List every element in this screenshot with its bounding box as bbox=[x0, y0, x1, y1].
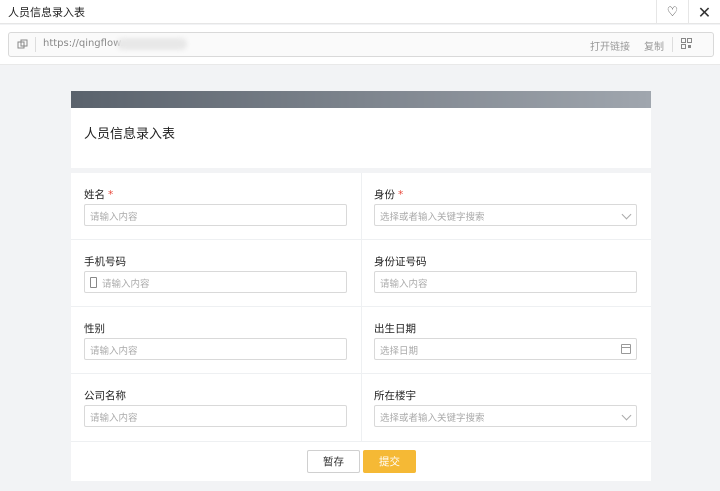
form-body: 姓名 * 请输入内容 身份 * 选择或者输入关键字搜索 手机号码 请输入内容 身份证… bbox=[71, 173, 651, 441]
id-number-label: 身份证号码 bbox=[374, 256, 427, 268]
id-number-input[interactable]: 请输入内容 bbox=[374, 271, 637, 293]
favorite-button[interactable]: ♡ bbox=[656, 0, 688, 24]
link-icon bbox=[17, 39, 28, 49]
name-placeholder: 请输入内容 bbox=[90, 212, 138, 223]
company-placeholder: 请输入内容 bbox=[90, 413, 138, 424]
birth-date-picker[interactable]: 选择日期 bbox=[374, 338, 637, 360]
qr-code-icon[interactable] bbox=[681, 38, 692, 49]
form-banner bbox=[71, 91, 651, 108]
gender-input[interactable]: 请输入内容 bbox=[84, 338, 347, 360]
close-button[interactable]: ✕ bbox=[688, 0, 720, 24]
url-bar[interactable]: https://qingflow. 打开链接 复制 bbox=[8, 32, 714, 57]
chevron-down-icon bbox=[621, 410, 632, 421]
building-select[interactable]: 选择或者输入关键字搜索 bbox=[374, 405, 637, 427]
id-number-placeholder: 请输入内容 bbox=[380, 279, 428, 290]
gender-placeholder: 请输入内容 bbox=[90, 346, 138, 357]
mobile-phone-icon bbox=[90, 277, 97, 288]
url-text[interactable]: https://qingflow. bbox=[43, 38, 124, 49]
window-title: 人员信息录入表 bbox=[8, 6, 85, 19]
building-label: 所在楼宇 bbox=[374, 390, 416, 402]
copy-button[interactable]: 复制 bbox=[644, 38, 664, 53]
column-divider bbox=[361, 173, 362, 441]
name-label: 姓名 * bbox=[84, 189, 114, 201]
identity-label: 身份 * bbox=[374, 189, 404, 201]
identity-select[interactable]: 选择或者输入关键字搜索 bbox=[374, 204, 637, 226]
url-redacted bbox=[117, 38, 187, 50]
url-separator bbox=[35, 37, 36, 52]
required-mark: * bbox=[108, 189, 114, 201]
company-input[interactable]: 请输入内容 bbox=[84, 405, 347, 427]
form-footer: 暂存 提交 bbox=[71, 441, 651, 481]
chevron-down-icon bbox=[621, 209, 632, 220]
window-titlebar: 人员信息录入表 ♡ ✕ bbox=[0, 0, 720, 24]
save-draft-button[interactable]: 暂存 bbox=[307, 450, 360, 473]
birth-date-label: 出生日期 bbox=[374, 323, 416, 335]
birth-date-placeholder: 选择日期 bbox=[380, 346, 419, 357]
calendar-icon bbox=[621, 344, 631, 354]
row-divider bbox=[71, 373, 651, 374]
heart-icon: ♡ bbox=[666, 4, 679, 20]
company-label: 公司名称 bbox=[84, 390, 126, 402]
form-header: 人员信息录入表 bbox=[71, 108, 651, 168]
phone-placeholder: 请输入内容 bbox=[102, 279, 150, 290]
open-link-button[interactable]: 打开链接 bbox=[590, 38, 630, 53]
action-separator bbox=[672, 37, 673, 52]
name-input[interactable]: 请输入内容 bbox=[84, 204, 347, 226]
row-divider bbox=[71, 306, 651, 307]
row-divider bbox=[71, 239, 651, 240]
building-placeholder: 选择或者输入关键字搜索 bbox=[380, 413, 485, 424]
phone-input[interactable]: 请输入内容 bbox=[84, 271, 347, 293]
identity-placeholder: 选择或者输入关键字搜索 bbox=[380, 212, 485, 223]
close-icon: ✕ bbox=[697, 2, 712, 22]
gender-label: 性别 bbox=[84, 323, 105, 335]
form-title: 人员信息录入表 bbox=[84, 127, 176, 142]
required-mark: * bbox=[398, 189, 404, 201]
phone-label: 手机号码 bbox=[84, 256, 126, 268]
submit-button[interactable]: 提交 bbox=[363, 450, 416, 473]
url-area: https://qingflow. 打开链接 复制 bbox=[0, 25, 720, 65]
